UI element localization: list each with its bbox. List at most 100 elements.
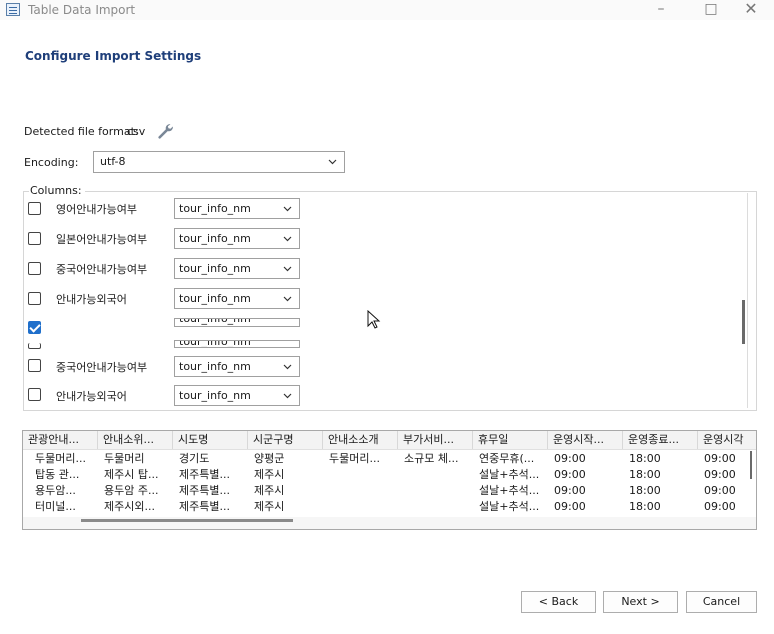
- preview-hscroll-thumb[interactable]: [81, 519, 293, 522]
- preview-cell: 제주시: [254, 468, 285, 481]
- preview-cell: 18:00: [629, 452, 661, 465]
- column-name: 중국어안내가능여부: [56, 361, 148, 374]
- preview-cell: 두물머리...: [329, 452, 380, 465]
- preview-cell: 18:00: [629, 484, 661, 497]
- preview-column-header[interactable]: 안내소소개: [323, 431, 398, 449]
- preview-cell: 18:00: [629, 500, 661, 513]
- preview-cell: 터미널...: [35, 500, 76, 513]
- preview-column-header[interactable]: 시군구명: [248, 431, 323, 449]
- column-checkbox[interactable]: [28, 359, 41, 372]
- column-type-select[interactable]: tour_info_nm: [174, 356, 300, 377]
- chevron-down-icon: [283, 364, 292, 370]
- column-type-select[interactable]: tour_info_nm: [174, 340, 300, 348]
- preview-cell: 제주시 탑...: [104, 468, 159, 481]
- column-checkbox[interactable]: [28, 388, 41, 401]
- preview-column-header[interactable]: 안내소위...: [98, 431, 173, 449]
- back-button[interactable]: < Back: [521, 591, 596, 613]
- data-preview-table[interactable]: 관광안내... 안내소위... 시도명 시군구명 안내소소개 부가서비... 휴무일 운영시작…: [22, 430, 757, 530]
- preview-cell: 09:00: [704, 452, 736, 465]
- preview-vscroll-thumb[interactable]: [750, 451, 752, 479]
- preview-cell: 09:00: [554, 452, 586, 465]
- preview-cell: 연중무휴(...: [479, 452, 535, 465]
- chevron-down-icon: [283, 393, 292, 399]
- preview-cell: 탑동 관...: [35, 468, 80, 481]
- column-checkbox[interactable]: [28, 202, 41, 215]
- column-type-value: tour_info_nm: [179, 360, 251, 373]
- column-type-select[interactable]: tour_info_nm: [174, 258, 300, 279]
- preview-column-header[interactable]: 휴무일: [473, 431, 548, 449]
- preview-cell: [398, 483, 473, 499]
- preview-cell: 설날+추석...: [479, 500, 540, 513]
- column-type-select[interactable]: tour_info_nm: [174, 385, 300, 406]
- wrench-icon[interactable]: [156, 122, 174, 140]
- preview-cell: [398, 499, 473, 515]
- column-type-value: tour_info_nm: [179, 340, 251, 348]
- preview-cell: [398, 467, 473, 483]
- preview-cell: 09:00: [704, 500, 736, 513]
- column-type-value: tour_info_nm: [179, 389, 251, 402]
- column-type-select[interactable]: tour_info_nm: [174, 288, 300, 309]
- preview-column-header[interactable]: 관광안내...: [23, 431, 98, 449]
- column-type-value: tour_info_nm: [179, 202, 251, 215]
- column-checkbox[interactable]: [28, 262, 41, 275]
- column-name: 안내가능외국어: [56, 293, 127, 306]
- preview-cell: [323, 483, 398, 499]
- table-icon: [6, 3, 20, 16]
- page-heading: Configure Import Settings: [25, 49, 202, 63]
- preview-cell: 양평군: [254, 452, 285, 465]
- close-button[interactable]: ✕: [728, 0, 774, 20]
- preview-cell: 제주시: [254, 500, 285, 513]
- column-checkbox[interactable]: [28, 292, 41, 305]
- column-name: 안내가능외국어: [56, 390, 127, 403]
- columns-scroll-thumb[interactable]: [742, 300, 745, 344]
- columns-scroll-track[interactable]: [747, 193, 748, 408]
- preview-cell: 09:00: [554, 484, 586, 497]
- column-checkbox[interactable]: [28, 232, 41, 245]
- file-format-label: Detected file format:: [24, 125, 139, 138]
- chevron-down-icon: [283, 296, 292, 302]
- preview-cell: 경기도: [179, 452, 210, 465]
- preview-cell: 두물머리: [104, 452, 145, 465]
- preview-cell: 두물머리...: [35, 452, 86, 465]
- title-bar: Table Data Import – □ ✕: [0, 0, 774, 20]
- preview-header: 관광안내... 안내소위... 시도명 시군구명 안내소소개 부가서비... 휴무일 운영시작…: [23, 431, 756, 450]
- preview-cell: [323, 499, 398, 515]
- preview-cell: 제주특별...: [179, 500, 230, 513]
- column-checkbox[interactable]: [28, 343, 41, 349]
- cancel-button[interactable]: Cancel: [686, 591, 757, 613]
- encoding-label: Encoding:: [24, 156, 79, 169]
- preview-column-header[interactable]: 운영시작...: [548, 431, 623, 449]
- preview-cell: 설날+추석...: [479, 468, 540, 481]
- preview-cell: 용두암...: [35, 484, 76, 497]
- chevron-down-icon: [283, 206, 292, 212]
- preview-row: 탑동 관... 제주시 탑... 제주특별... 제주시 설날+추석... 09:00 18…: [23, 467, 756, 483]
- column-checkbox[interactable]: [28, 321, 41, 334]
- preview-cell: 설날+추석...: [479, 484, 540, 497]
- preview-cell: 용두암 주...: [104, 484, 159, 497]
- column-name: 일본어안내가능여부: [56, 233, 148, 246]
- preview-column-header[interactable]: 부가서비...: [398, 431, 473, 449]
- columns-title: Columns:: [29, 184, 85, 197]
- columns-group: [23, 191, 757, 411]
- preview-cell: 제주시: [254, 484, 285, 497]
- encoding-select[interactable]: utf-8: [93, 151, 345, 173]
- preview-column-header[interactable]: 시도명: [173, 431, 248, 449]
- column-type-select[interactable]: tour_info_nm: [174, 318, 300, 327]
- minimize-button[interactable]: –: [638, 0, 684, 20]
- column-type-select[interactable]: tour_info_nm: [174, 228, 300, 249]
- encoding-value: utf-8: [100, 155, 126, 168]
- file-format-value: csv: [127, 125, 146, 138]
- preview-cell: 제주시외...: [104, 500, 155, 513]
- preview-row: 터미널... 제주시외... 제주특별... 제주시 설날+추석... 09:00 18:0…: [23, 499, 756, 515]
- column-name: 중국어안내가능여부: [56, 263, 148, 276]
- preview-column-header[interactable]: 운영시각: [698, 431, 756, 449]
- next-button[interactable]: Next >: [603, 591, 678, 613]
- preview-cell: 소규모 체...: [404, 452, 459, 465]
- column-type-value: tour_info_nm: [179, 262, 251, 275]
- column-type-select[interactable]: tour_info_nm: [174, 198, 300, 219]
- preview-column-header[interactable]: 운영종료...: [623, 431, 698, 449]
- column-type-value: tour_info_nm: [179, 318, 251, 325]
- column-name: 영어안내가능여부: [56, 203, 137, 216]
- preview-cell: 09:00: [554, 468, 586, 481]
- preview-cell: 제주특별...: [179, 468, 230, 481]
